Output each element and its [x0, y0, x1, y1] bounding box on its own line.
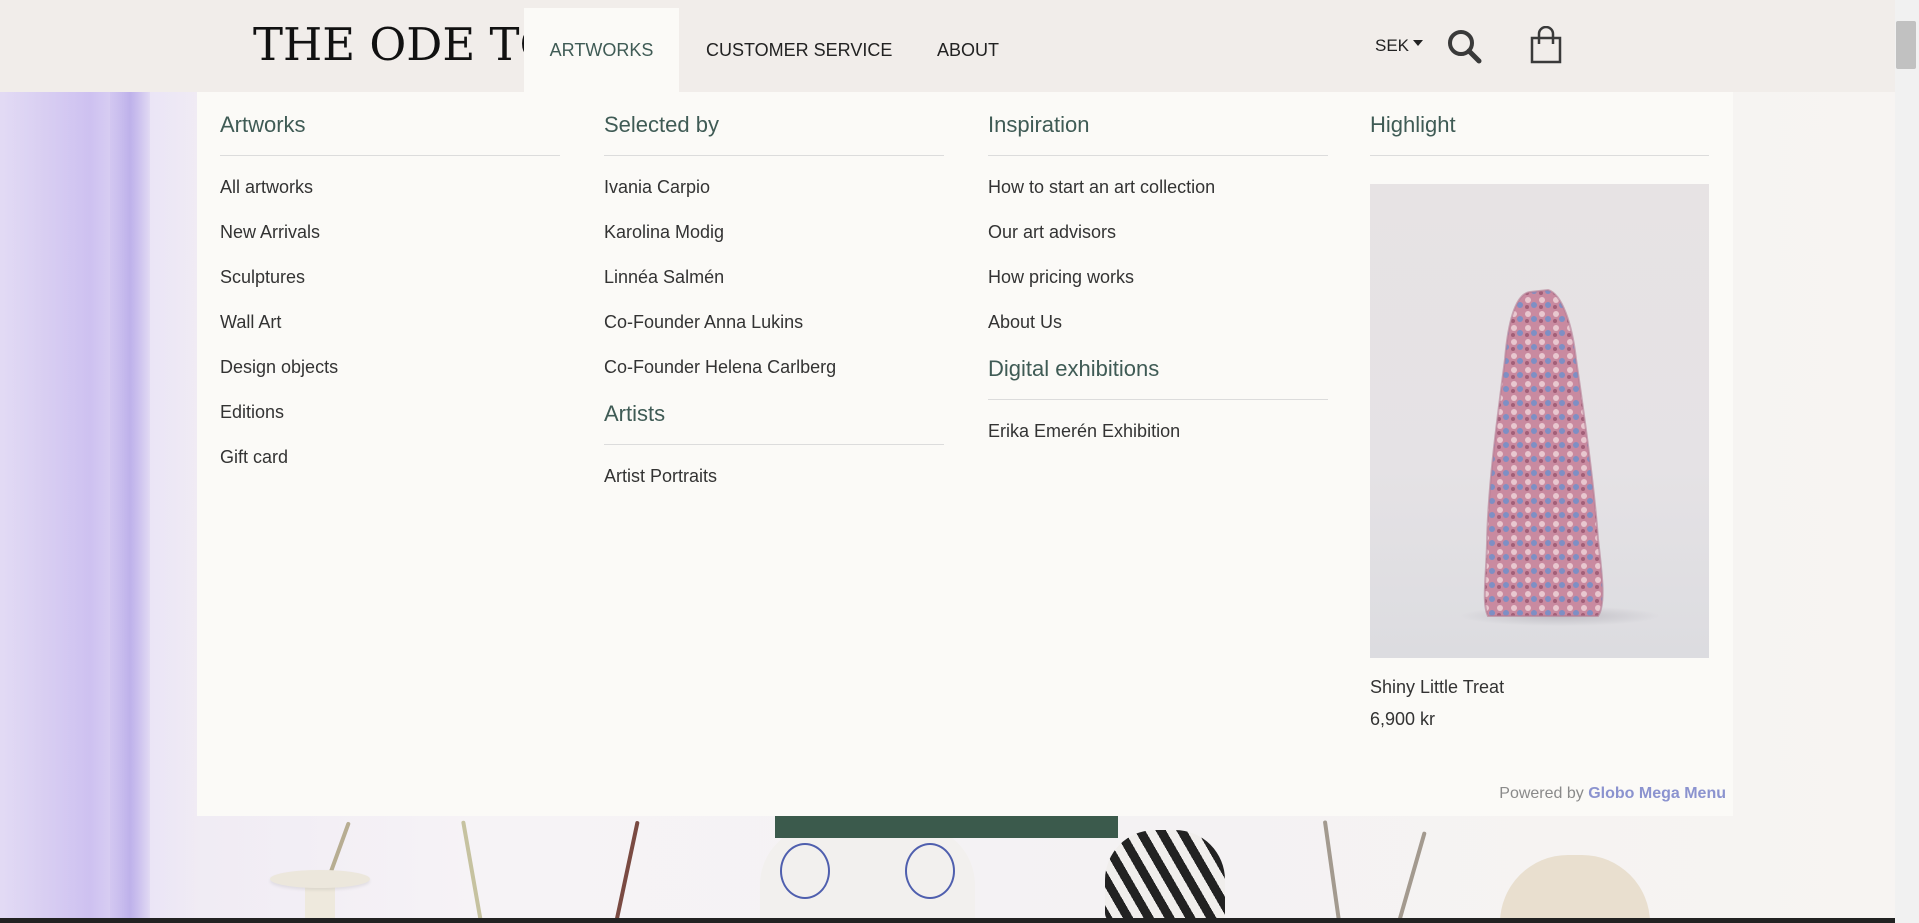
powered-by-brand-link[interactable]: Globo Mega Menu [1588, 785, 1726, 802]
menu-link[interactable]: Ivania Carpio [604, 175, 944, 220]
menu-heading-digital-exhibitions[interactable]: Digital exhibitions [988, 336, 1328, 400]
menu-link[interactable]: Editions [220, 400, 560, 445]
nav-artworks[interactable]: ARTWORKS [524, 8, 679, 92]
menu-link[interactable]: Design objects [220, 355, 560, 400]
striped-knot-sculpture [1105, 830, 1225, 923]
menu-link[interactable]: Our art advisors [988, 220, 1328, 265]
face-drawing [905, 843, 955, 899]
face-drawing [780, 843, 830, 899]
curtain-decoration [0, 92, 200, 923]
menu-heading-artists[interactable]: Artists [604, 381, 944, 445]
menu-heading-selected-by[interactable]: Selected by [604, 92, 944, 156]
menu-heading-inspiration[interactable]: Inspiration [988, 92, 1328, 156]
menu-link[interactable]: Co-Founder Anna Lukins [604, 310, 944, 355]
menu-column-inspiration: Inspiration How to start an art collecti… [988, 92, 1328, 464]
menu-link[interactable]: Karolina Modig [604, 220, 944, 265]
cart-icon[interactable] [1530, 26, 1562, 64]
candle-holder [270, 870, 370, 888]
currency-selector[interactable]: SEK [1375, 36, 1424, 56]
hero-button-bar[interactable] [775, 816, 1118, 838]
menu-column-artworks: Artworks All artworks New Arrivals Sculp… [220, 92, 560, 490]
currency-label: SEK [1375, 36, 1410, 55]
scrollbar-track[interactable] [1895, 0, 1919, 923]
menu-link[interactable]: How pricing works [988, 265, 1328, 310]
mega-menu: Artworks All artworks New Arrivals Sculp… [197, 92, 1733, 816]
nav-customer-service[interactable]: CUSTOMER SERVICE [706, 8, 892, 92]
menu-link[interactable]: Gift card [220, 445, 560, 490]
curtain-fold-decoration [110, 92, 150, 923]
menu-link[interactable]: All artworks [220, 175, 560, 220]
powered-by-prefix: Powered by [1499, 785, 1589, 802]
menu-heading-artworks[interactable]: Artworks [220, 92, 560, 156]
menu-link[interactable]: Linnéa Salmén [604, 265, 944, 310]
menu-link[interactable]: How to start an art collection [988, 175, 1328, 220]
menu-column-highlight: Highlight Shiny Little Treat 6,900 kr [1370, 92, 1709, 730]
menu-heading-highlight: Highlight [1370, 92, 1709, 156]
menu-link[interactable]: About Us [988, 310, 1328, 336]
site-header: THE ODE TO ARTWORKS CUSTOMER SERVICE ABO… [0, 0, 1895, 92]
scrollbar-thumb[interactable] [1896, 21, 1916, 69]
site-logo[interactable]: THE ODE TO [253, 20, 556, 70]
sculpture-image [1460, 288, 1660, 626]
face-vase [760, 825, 975, 923]
highlight-product-image[interactable] [1370, 184, 1709, 658]
nav-about[interactable]: ABOUT [937, 8, 999, 92]
powered-by: Powered by Globo Mega Menu [1499, 785, 1726, 803]
menu-column-selected-by: Selected by Ivania Carpio Karolina Modig… [604, 92, 944, 509]
bottom-border [0, 918, 1895, 923]
menu-link[interactable]: Erika Emerén Exhibition [988, 419, 1328, 464]
search-icon[interactable] [1446, 28, 1482, 64]
caret-down-icon [1413, 40, 1424, 46]
menu-link[interactable]: Wall Art [220, 310, 560, 355]
menu-link[interactable]: Sculptures [220, 265, 560, 310]
highlight-product-name[interactable]: Shiny Little Treat [1370, 677, 1709, 698]
highlight-product-price: 6,900 kr [1370, 709, 1436, 729]
menu-link[interactable]: New Arrivals [220, 220, 560, 265]
menu-link[interactable]: Artist Portraits [604, 464, 944, 509]
menu-link[interactable]: Co-Founder Helena Carlberg [604, 355, 944, 381]
